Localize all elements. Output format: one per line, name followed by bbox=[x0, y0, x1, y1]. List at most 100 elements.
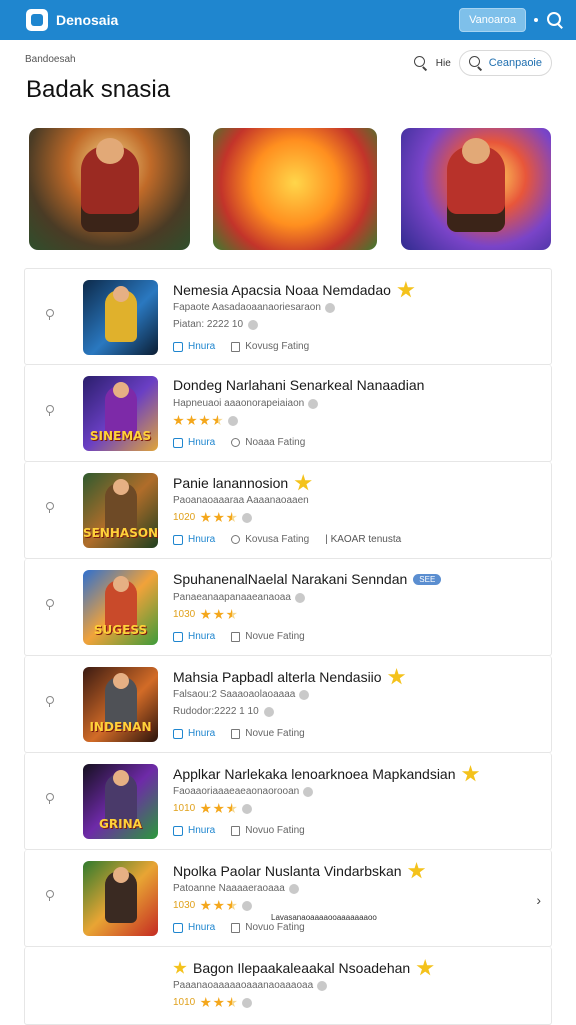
rating-action-label: Novue Fating bbox=[245, 728, 305, 739]
list-item[interactable]: INDENAN Mahsia Papbadl alterla Nendasiio… bbox=[24, 656, 552, 753]
item-subtitle: Panaeanaapanaaeanaoaa bbox=[173, 592, 291, 603]
item-title-wrap: Dondeg Narlahani Senarkeal Nanaadian bbox=[173, 377, 424, 393]
open-action[interactable]: Hnura bbox=[173, 922, 215, 933]
rating-action[interactable]: Novuo Fating bbox=[231, 825, 305, 836]
search-icon[interactable] bbox=[413, 56, 428, 70]
info-icon[interactable] bbox=[308, 398, 319, 409]
open-action[interactable]: Hnura bbox=[173, 534, 215, 545]
pin-icon[interactable] bbox=[45, 502, 54, 513]
app-logo-icon[interactable] bbox=[26, 9, 48, 31]
open-action[interactable]: Hnura bbox=[173, 341, 215, 352]
open-action[interactable]: Hnura bbox=[173, 631, 215, 642]
app-title: Denosaia bbox=[56, 12, 119, 28]
document-icon bbox=[231, 341, 241, 352]
thumbnail-logo: GRINA bbox=[99, 817, 142, 831]
hero-character-image bbox=[447, 138, 505, 232]
info-icon[interactable] bbox=[303, 786, 314, 797]
status-icon bbox=[228, 415, 238, 426]
info-icon[interactable] bbox=[299, 689, 310, 700]
list-item[interactable]: SINEMAS Dondeg Narlahani Senarkeal Nanaa… bbox=[24, 365, 552, 462]
game-thumbnail[interactable]: SINEMAS bbox=[83, 376, 158, 451]
item-extra-text: Lavasanaoaaaaooaaaaaaaoo bbox=[271, 913, 377, 922]
breadcrumb[interactable]: Bandoesah bbox=[25, 54, 76, 65]
thumbnail-logo: SINEMAS bbox=[89, 429, 152, 443]
pin-icon[interactable] bbox=[45, 793, 54, 804]
item-title[interactable]: Nemesia Apacsia Noaa Nemdadao bbox=[173, 282, 391, 298]
pin-icon[interactable] bbox=[45, 309, 54, 320]
item-meta-text: Rudodor:2222 1 10 bbox=[173, 706, 259, 717]
rating-action[interactable]: Kovusa Fating bbox=[231, 534, 309, 545]
header-actions: Hie Ceanpaoie bbox=[413, 50, 552, 76]
rating-action[interactable]: Novue Fating bbox=[231, 631, 305, 642]
search-icon[interactable] bbox=[546, 11, 564, 29]
item-meta-text: 1030 bbox=[173, 900, 196, 911]
item-title[interactable]: Mahsia Papbadl alterla Nendasiio bbox=[173, 669, 382, 685]
open-action[interactable]: Hnura bbox=[173, 728, 215, 739]
list-item[interactable]: SUGESS SpuhanenalNaelal Narakani Senndan… bbox=[24, 559, 552, 656]
item-title[interactable]: Dondeg Narlahani Senarkeal Nanaadian bbox=[173, 377, 424, 393]
info-icon[interactable] bbox=[294, 592, 305, 603]
info-icon[interactable] bbox=[288, 883, 299, 894]
rating-action-label: Novue Fating bbox=[245, 631, 305, 642]
rating-action[interactable]: Novuo Fating bbox=[231, 922, 305, 933]
checkbox-icon bbox=[173, 728, 183, 739]
rating-action[interactable]: Kovusg Fating bbox=[231, 341, 309, 352]
pin-icon[interactable] bbox=[45, 890, 54, 901]
game-thumbnail[interactable]: INDENAN bbox=[83, 667, 158, 742]
document-icon bbox=[231, 922, 241, 933]
game-thumbnail[interactable] bbox=[83, 280, 158, 355]
pin-icon[interactable] bbox=[45, 696, 54, 707]
list-item[interactable]: Npolka Paolar Nuslanta Vindarbskan Patoa… bbox=[24, 850, 552, 947]
list-item[interactable]: GRINA Applkar Narlekaka lenoarknoea Mapk… bbox=[24, 753, 552, 850]
item-meta: Rudodor:2222 1 10 bbox=[173, 706, 274, 717]
checkbox-icon bbox=[173, 534, 183, 545]
item-title[interactable]: Bagon Ilepaakaleaakal Nsoadehan bbox=[193, 960, 410, 976]
search-label[interactable]: Hie bbox=[436, 58, 451, 69]
game-thumbnail[interactable]: GRINA bbox=[83, 764, 158, 839]
rating-action-label: Kovusa Fating bbox=[245, 534, 310, 545]
item-meta: Piatan: 2222 10 bbox=[173, 319, 259, 330]
featured-banner-3[interactable] bbox=[401, 128, 551, 250]
item-title-wrap: SpuhanenalNaelal Narakani Senndan SEE bbox=[173, 571, 442, 587]
item-subtitle-wrap: Paoanaoaaaraa Aaaanaoaaen bbox=[173, 495, 309, 506]
game-thumbnail[interactable] bbox=[83, 861, 158, 936]
circle-icon bbox=[231, 535, 241, 544]
list-item[interactable]: Nemesia Apacsia Noaa Nemdadao Fapaote Aa… bbox=[24, 268, 552, 365]
item-subtitle: Patoanne Naaaaeraoaaa bbox=[173, 883, 285, 894]
thumbnail-logo: INDENAN bbox=[89, 720, 152, 734]
open-action[interactable]: Hnura bbox=[173, 437, 215, 448]
featured-banner-2[interactable] bbox=[213, 128, 377, 250]
open-action-label: Hnura bbox=[188, 437, 216, 448]
top-bar-button[interactable]: Vanoaroa bbox=[459, 8, 526, 32]
list-item[interactable]: Bagon Ilepaakaleaakal Nsoadehan Paaanaoa… bbox=[24, 947, 552, 1025]
item-title-wrap: Panie lanannosion bbox=[173, 474, 312, 492]
rating-action[interactable]: Novue Fating bbox=[231, 728, 305, 739]
info-icon[interactable] bbox=[324, 302, 335, 313]
item-title[interactable]: SpuhanenalNaelal Narakani Senndan bbox=[173, 571, 407, 587]
item-title[interactable]: Panie lanannosion bbox=[173, 475, 288, 491]
circle-icon bbox=[231, 438, 241, 447]
item-meta-text: 1010 bbox=[173, 803, 196, 814]
game-thumbnail[interactable]: SUGESS bbox=[83, 570, 158, 645]
item-meta: 1030 bbox=[173, 900, 253, 911]
item-title[interactable]: Applkar Narlekaka lenoarknoea Mapkandsia… bbox=[173, 766, 456, 782]
status-icon bbox=[242, 803, 253, 814]
featured-star-icon bbox=[294, 474, 312, 491]
rating-action[interactable]: Noaaa Fating bbox=[231, 437, 305, 448]
thumbnail-logo: SUGESS bbox=[93, 623, 148, 637]
status-icon bbox=[263, 706, 274, 717]
chevron-right-icon[interactable]: › bbox=[536, 892, 541, 908]
list-item[interactable]: SENHASON Panie lanannosion Paoanaoaaaraa… bbox=[24, 462, 552, 559]
pin-icon[interactable] bbox=[45, 599, 54, 610]
item-title-wrap: Applkar Narlekaka lenoarknoea Mapkandsia… bbox=[173, 765, 480, 783]
info-icon[interactable] bbox=[317, 980, 328, 991]
item-title[interactable]: Npolka Paolar Nuslanta Vindarbskan bbox=[173, 863, 402, 879]
open-action[interactable]: Hnura bbox=[173, 825, 215, 836]
pin-icon[interactable] bbox=[45, 405, 54, 416]
featured-banner-1[interactable] bbox=[29, 128, 190, 250]
search-pill-button[interactable]: Ceanpaoie bbox=[458, 50, 552, 76]
game-thumbnail[interactable]: SENHASON bbox=[83, 473, 158, 548]
document-icon bbox=[231, 825, 241, 836]
item-subtitle-wrap: Hapneuaoi aaaonorapeiaiaon bbox=[173, 398, 319, 409]
featured-star-icon bbox=[173, 961, 187, 974]
